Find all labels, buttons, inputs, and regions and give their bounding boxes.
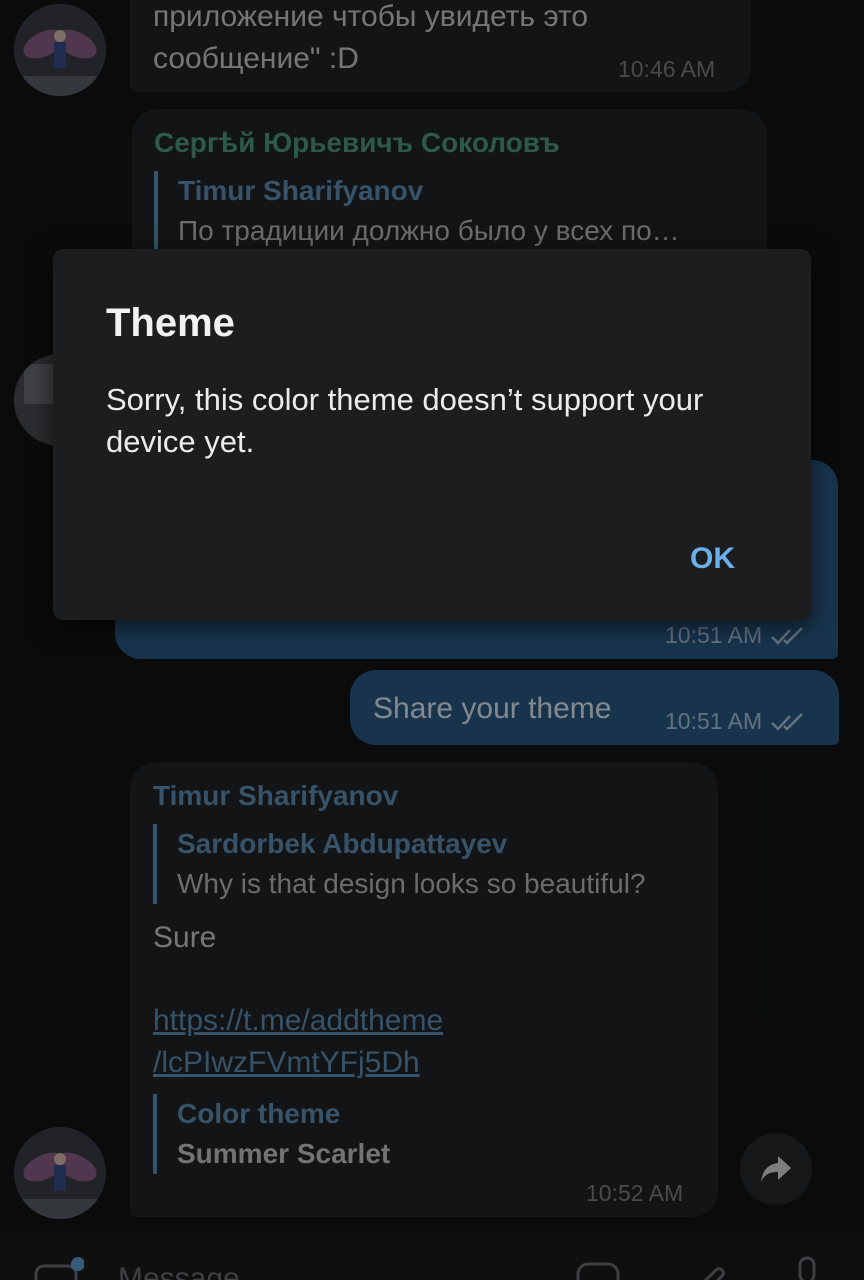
- ok-button[interactable]: OK: [680, 536, 745, 582]
- dialog-message: Sorry, this color theme doesn’t support …: [106, 382, 704, 459]
- dialog-title: Theme: [106, 301, 235, 345]
- modal-backdrop[interactable]: [0, 0, 864, 1280]
- chat-screen: приложение чтобы увидеть это сообщение" …: [0, 0, 864, 1280]
- theme-dialog: Theme Sorry, this color theme doesn’t su…: [53, 249, 811, 620]
